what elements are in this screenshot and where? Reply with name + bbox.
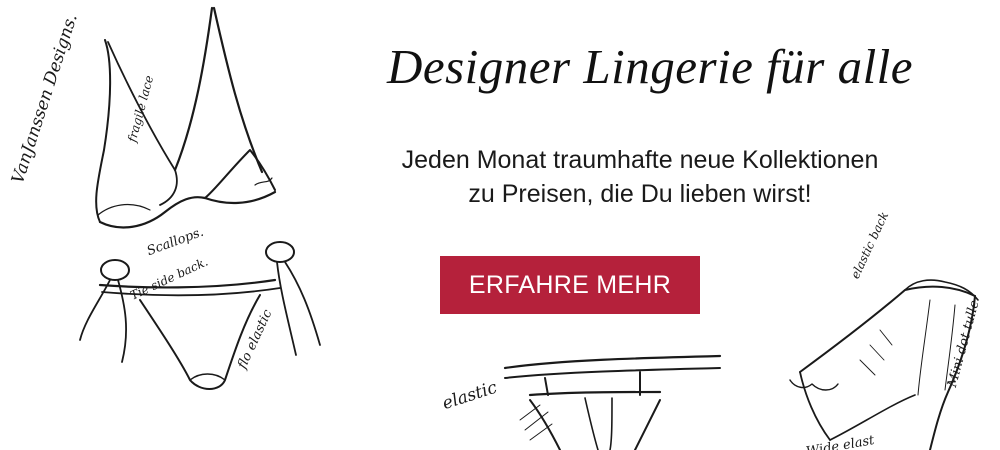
banner-subline-2: zu Preisen, die Du lieben wirst! bbox=[468, 180, 812, 208]
banner-headline: Designer Lingerie für alle bbox=[386, 39, 914, 94]
learn-more-button[interactable]: ERFAHRE MEHR bbox=[440, 256, 700, 314]
promo-banner: VanJanssen Designs. fragile lace Scallop… bbox=[0, 0, 1000, 450]
banner-subline-1: Jeden Monat traumhafte neue Kollektionen bbox=[401, 146, 879, 174]
